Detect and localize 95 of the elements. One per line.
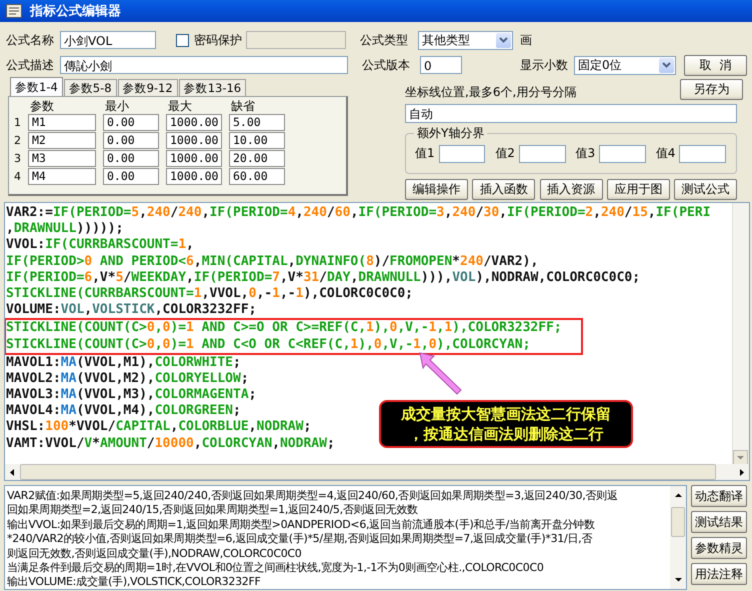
code-line: STICKLINE(COUNT(C>0,0)=1 AND C<O OR C<REF(C,1),0,V,-1,0),COLORCYAN;: [6, 336, 530, 353]
group-title: 额外Y轴分界: [414, 126, 488, 140]
field-label: 显示小数: [520, 56, 569, 74]
decimals-dropdown[interactable]: 固定0位: [574, 56, 676, 74]
param-tab[interactable]: 参数5-8: [64, 79, 117, 96]
param-field[interactable]: 60.00: [229, 168, 285, 185]
toolbar-button[interactable]: 插入资源: [540, 179, 602, 200]
scroll-thumb[interactable]: [671, 507, 685, 537]
param-field[interactable]: 1000.00: [166, 114, 222, 131]
field-label: 公式名称: [6, 32, 55, 48]
toolbar-button[interactable]: 插入函数: [472, 179, 536, 200]
row-number: 1: [13, 116, 21, 129]
param-field[interactable]: M4: [28, 168, 96, 185]
callout-text: ，按通达信画法则删除这二行: [408, 424, 604, 444]
version-field[interactable]: 0: [420, 56, 462, 74]
side-button[interactable]: 参数精灵: [691, 537, 747, 559]
field-label: 值1: [415, 145, 436, 162]
explanation-line: VAR2赋值:如果周期类型=5,返回240/240,否则返回如果周期类型=4,返回240/60,否则返回如果周期类型=3,返回240/30,否则返: [7, 489, 619, 504]
field-label: 公式类型: [360, 32, 409, 48]
param-field[interactable]: 1000.00: [166, 132, 222, 149]
param-field[interactable]: 5.00: [229, 114, 285, 131]
code-line: STICKLINE(COUNT(C>0,0)=1 AND C>=O OR C>=REF(C,1),0,V,-1,1),COLOR3232FF;: [6, 320, 562, 336]
row-number: 2: [13, 134, 21, 147]
explanation-line: 当满足条件到最后交易的周期=1时,在VVOL和0位置之间画柱状线,宽度为-1,-1不为0则画空心柱.,COLORC0C0C0: [7, 561, 545, 576]
side-button[interactable]: 用法注释: [691, 563, 747, 585]
name-field[interactable]: 小剑VOL: [60, 31, 156, 49]
code-line: IF(PERIOD>0 AND PERIOD<6,MIN(CAPITAL,DYNAINFO(8)/FROMOPEN*240/VAR2),: [6, 254, 538, 270]
code-line: STICKLINE(CURRBARSCOUNT=1,VVOL,0,-1,-1),COLORC0C0C0;: [6, 286, 414, 302]
param-tab[interactable]: 参数1-4: [10, 77, 63, 96]
param-field[interactable]: 0.00: [103, 114, 159, 131]
code-line: VOLUME:VOL,VOLSTICK,COLOR3232FF;: [6, 302, 256, 318]
explanation-line: 输出VVOL:如果到最后交易的周期=1,返回如果周期类型>0ANDPERIOD<6,返回当前流通股本(手)和总手/当前离开盘分钟数: [7, 518, 596, 532]
vertical-scrollbar[interactable]: [732, 203, 749, 465]
row-number: 3: [13, 152, 21, 165]
param-field[interactable]: 1000.00: [166, 168, 222, 185]
code-line: MAVOL3:MA(VVOL,M3),COLORMAGENTA;: [6, 387, 256, 404]
code-line: VAR2:=IF(PERIOD=5,240/240,IF(PERIOD=4,240/60,IF(PERIOD=3,240/30,IF(PERIOD=2,240/15,IF(PERI: [6, 205, 711, 222]
value-field[interactable]: [599, 144, 646, 163]
side-button[interactable]: 测试结果: [691, 511, 747, 533]
code-line: MAVOL4:MA(VVOL,M4),COLORGREEN;: [6, 403, 241, 420]
field-label: 公式描述: [6, 56, 55, 74]
pointer-arrow: [417, 350, 463, 396]
checkbox-label: 密码保护: [194, 32, 243, 48]
code-line: MAVOL1:MA(VVOL,M1),COLORWHITE;: [6, 354, 241, 371]
explanation-line: 回如果周期类型=2,返回240/15,否则返回如果周期类型=1,返回240/5,否则返回无效数: [7, 503, 419, 518]
axis-label: 坐标线位置,最多6个,用分号分隔: [405, 84, 576, 102]
code-line: VVOL:IF(CURRBARSCOUNT=1,: [6, 237, 194, 254]
value-field[interactable]: [679, 144, 726, 163]
window-title: 指标公式编辑器: [30, 2, 121, 20]
callout-text: 成交量按大智慧画法这二行保留: [401, 404, 611, 424]
save-as-button[interactable]: 另存为: [680, 79, 743, 100]
window-icon: [6, 4, 22, 18]
axis-field[interactable]: 自动: [405, 104, 737, 123]
description-field[interactable]: 傳訫小劍: [60, 56, 348, 74]
field-label: 公式版本: [362, 56, 411, 74]
code-editor[interactable]: [4, 202, 750, 481]
code-line: IF(PERIOD=6,V*5/WEEKDAY,IF(PERIOD=7,V*31/DAY,DRAWNULL))),VOL),NODRAW,COLORC0C0C0;: [6, 270, 640, 286]
scroll-down-icon: [733, 450, 748, 465]
column-header: 最大: [167, 99, 193, 113]
param-field[interactable]: M2: [28, 132, 96, 149]
explanation-line: *240/VAR2的较小值,否则返回如果周期类型=6,返回成交量(手)*5/星期,否则返回如果周期类型=7,返回成交量(手)*31/日,否: [7, 532, 594, 547]
param-field[interactable]: M1: [28, 114, 96, 131]
row-number: 4: [13, 170, 21, 183]
explanation-line: 输出VOLUME:成交量(手),VOLSTICK,COLOR3232FF: [7, 575, 262, 589]
param-field[interactable]: 1000.00: [166, 150, 222, 167]
code-line: VAMT:VVOL/V*AMOUNT/10000,COLORCYAN,NODRAW;: [6, 436, 335, 452]
column-header: 参数: [29, 99, 55, 113]
param-tab[interactable]: 参数13-16: [178, 79, 246, 96]
type-dropdown[interactable]: 其他类型: [418, 30, 513, 50]
toolbar-button[interactable]: 应用于图: [606, 179, 670, 200]
param-field[interactable]: 20.00: [229, 150, 285, 167]
code-line: ,DRAWNULL)))));: [6, 221, 124, 238]
param-field[interactable]: M3: [28, 150, 96, 167]
field-label: 值2: [495, 145, 516, 162]
toolbar-button[interactable]: 编辑操作: [405, 179, 468, 200]
password-checkbox[interactable]: [176, 34, 189, 46]
field-label: 值3: [576, 145, 596, 162]
column-header: 缺省: [230, 99, 256, 113]
code-line: MAVOL2:MA(VVOL,M2),COLORYELLOW;: [6, 370, 249, 388]
param-tab[interactable]: 参数9-12: [118, 79, 178, 96]
explanation-line: 则返回无效数,否则返回成交量(手),NODRAW,COLORC0C0C0: [7, 546, 302, 562]
param-field[interactable]: 0.00: [103, 168, 159, 185]
side-button[interactable]: 动态翻译: [691, 485, 747, 507]
field-label: 值4: [656, 145, 676, 162]
code-line: VHSL:100*VVOL/CAPITAL,COLORBLUE,NODRAW;: [6, 419, 312, 436]
param-field[interactable]: 0.00: [103, 132, 159, 149]
toolbar-button[interactable]: 测试公式: [674, 179, 737, 200]
param-field[interactable]: 0.00: [103, 150, 159, 167]
column-header: 最小: [104, 99, 130, 113]
value-field[interactable]: [438, 144, 486, 163]
vertical-scrollbar[interactable]: [670, 486, 686, 589]
field-label: 画: [520, 32, 532, 48]
value-field[interactable]: [518, 144, 566, 163]
param-field[interactable]: 10.00: [229, 132, 285, 149]
cancel-button[interactable]: 取 消: [684, 54, 747, 76]
